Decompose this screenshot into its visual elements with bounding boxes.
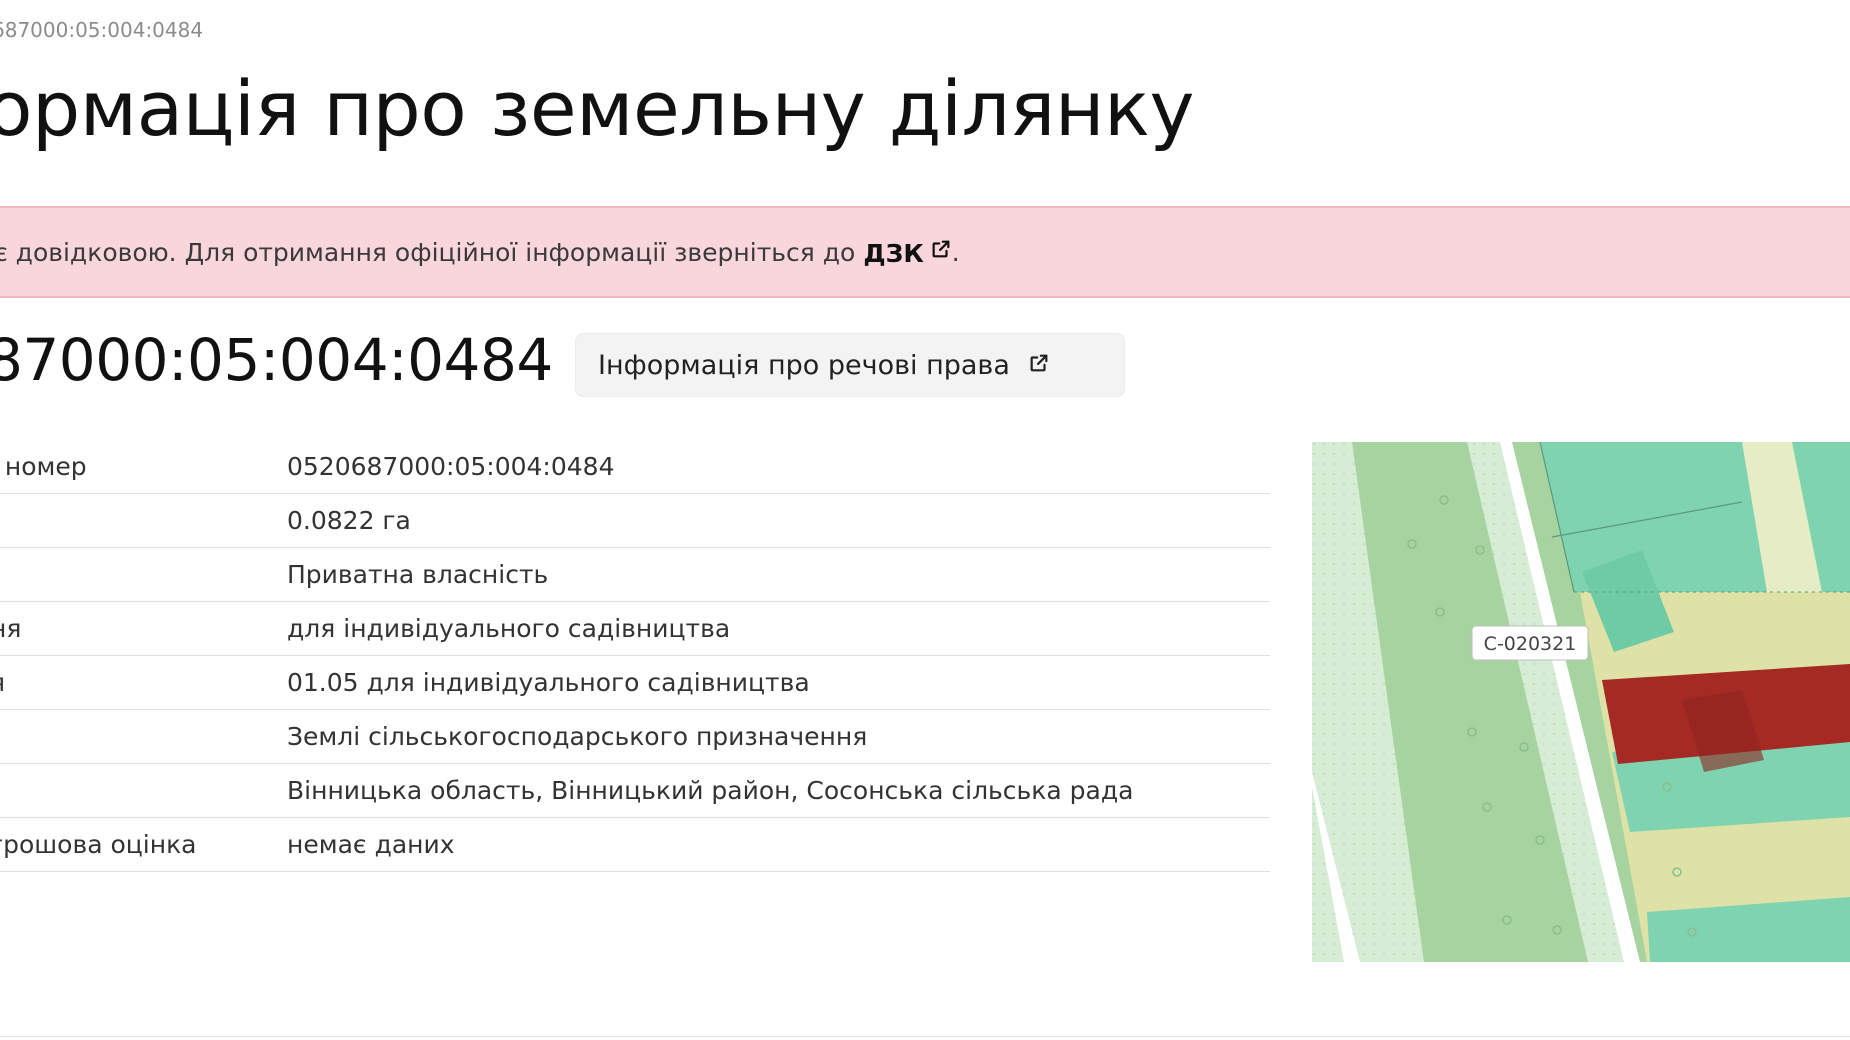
dzk-link[interactable]: ДЗК — [863, 237, 951, 268]
notice-trailing: . — [951, 237, 960, 267]
external-link-icon — [930, 237, 952, 266]
row-value: для індивідуального садівництва — [287, 601, 1270, 656]
table-row: Землі сільськогосподарського призначення — [0, 709, 1270, 764]
row-label — [0, 547, 287, 602]
table-row: грошова оцінка немає даних — [0, 817, 1270, 872]
row-value: 0520687000:05:004:0484 — [287, 440, 1270, 494]
row-label: ня — [0, 601, 287, 656]
property-rights-button-label: Інформація про речові права — [598, 349, 1010, 381]
row-label: і номер — [0, 440, 287, 494]
property-rights-button[interactable]: Інформація про речові права — [575, 333, 1125, 397]
dzk-link-label: ДЗК — [863, 238, 924, 268]
row-label — [0, 493, 287, 548]
road-label: С-020321 — [1484, 633, 1577, 655]
row-label: я — [0, 655, 287, 710]
road-label-badge: С-020321 — [1471, 625, 1589, 661]
external-link-icon — [1028, 350, 1050, 381]
parcel-info-table: і номер 0520687000:05:004:0484 0.0822 га… — [0, 440, 1270, 872]
row-label — [0, 709, 287, 764]
divider — [0, 1036, 1850, 1037]
page-title: ормація про земельну ділянку — [0, 64, 1194, 153]
row-label: грошова оцінка — [0, 817, 287, 872]
page: 687000:05:004:0484 ормація про земельну … — [0, 0, 1850, 1040]
row-value: Землі сільськогосподарського призначення — [287, 709, 1270, 764]
row-value: Приватна власність — [287, 547, 1270, 602]
row-value: Вінницька область, Вінницький район, Сос… — [287, 763, 1270, 818]
table-row: я 01.05 для індивідуального садівництва — [0, 655, 1270, 710]
table-row: ня для індивідуального садівництва — [0, 601, 1270, 656]
notice-text: є довідковою. Для отримання офіційної ін… — [0, 237, 856, 267]
table-row: 0.0822 га — [0, 493, 1270, 548]
table-row: Приватна власність — [0, 547, 1270, 602]
row-value: немає даних — [287, 817, 1270, 872]
breadcrumb[interactable]: 687000:05:004:0484 — [0, 18, 203, 42]
row-value: 01.05 для індивідуального садівництва — [287, 655, 1270, 710]
table-row: Вінницька область, Вінницький район, Сос… — [0, 763, 1270, 818]
row-label — [0, 763, 287, 818]
notice-banner: є довідковою. Для отримання офіційної ін… — [0, 206, 1850, 298]
parcel-map[interactable]: С-020321 — [1312, 442, 1850, 962]
cadastral-number-heading: 87000:05:004:0484 — [0, 326, 553, 394]
map-canvas[interactable]: С-020321 — [1312, 442, 1850, 962]
table-row: і номер 0520687000:05:004:0484 — [0, 440, 1270, 494]
row-value: 0.0822 га — [287, 493, 1270, 548]
